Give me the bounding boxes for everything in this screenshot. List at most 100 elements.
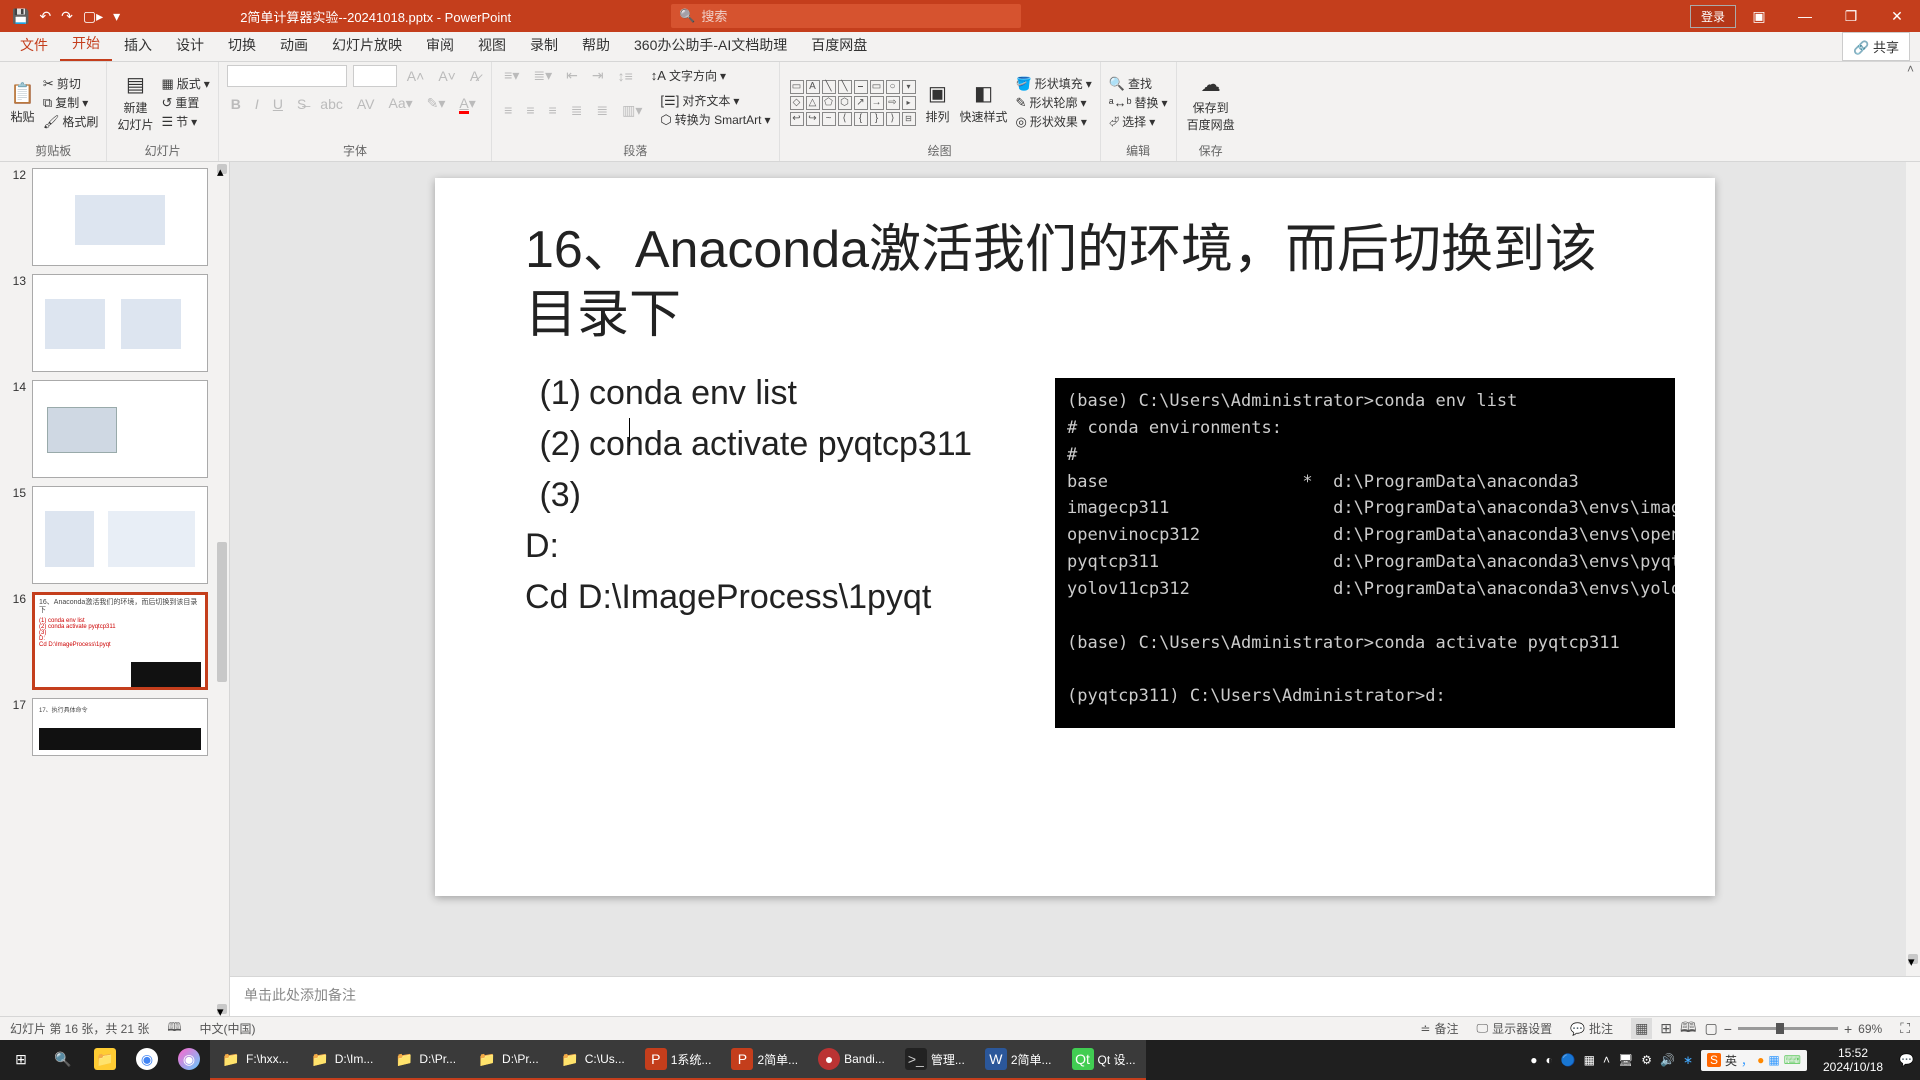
thumbnail-scrollbar[interactable]: ▴▾ (215, 162, 229, 1016)
tab-design[interactable]: 设计 (164, 29, 216, 61)
taskbar-item-9[interactable]: W2简单... (975, 1040, 1062, 1080)
align-text-button[interactable]: [☰]对齐文本 ▾ (660, 92, 770, 109)
text-direction-button[interactable]: ↕A文字方向 ▾ (651, 67, 726, 84)
char-spacing-icon[interactable]: AV (353, 94, 379, 114)
zoom-slider[interactable] (1738, 1027, 1838, 1030)
slide-counter[interactable]: 幻灯片 第 16 张，共 21 张 (10, 1020, 149, 1037)
save-icon[interactable]: 💾 (12, 8, 29, 25)
shapes-gallery[interactable]: ▭A╲╲⎯▭○▾ ◇△⬠⬡↗→⇨▸ ↩↪~⟨{}⟩⊟ (788, 78, 918, 128)
strikethrough-icon[interactable]: S̶ (293, 94, 310, 114)
comments-toggle[interactable]: 💬 批注 (1570, 1020, 1613, 1037)
reading-view-icon[interactable]: 🕮 (1680, 1017, 1697, 1041)
increase-indent-icon[interactable]: ⇥ (588, 65, 608, 86)
decrease-indent-icon[interactable]: ⇤ (562, 65, 582, 86)
slide-sorter-icon[interactable]: ⊞ (1660, 1020, 1672, 1037)
line-spacing-icon[interactable]: ↕≡ (614, 66, 637, 86)
notifications-icon[interactable]: 💬 (1899, 1053, 1914, 1067)
normal-view-icon[interactable]: ▦ (1631, 1018, 1652, 1039)
explorer-button[interactable]: 📁 (84, 1040, 126, 1080)
thumbnail-17[interactable]: 17 17、执行具体命令 (4, 698, 225, 756)
slideshow-view-icon[interactable]: ▢ (1705, 1020, 1718, 1037)
taskbar-item-7[interactable]: ●Bandi... (808, 1040, 895, 1080)
increase-font-icon[interactable]: A˄ (403, 66, 429, 86)
bold-icon[interactable]: B (227, 94, 245, 114)
zoom-percent[interactable]: 69% (1858, 1022, 1882, 1036)
zoom-out-icon[interactable]: − (1724, 1021, 1732, 1037)
taskbar-item-2[interactable]: 📁D:\Pr... (383, 1040, 466, 1080)
tab-slideshow[interactable]: 幻灯片放映 (320, 29, 414, 61)
taskbar-item-6[interactable]: P2简单... (721, 1040, 808, 1080)
collapse-ribbon-icon[interactable]: ˄ (1901, 62, 1920, 76)
tab-review[interactable]: 审阅 (414, 29, 466, 61)
justify-icon[interactable]: ≣ (567, 100, 587, 121)
align-left-icon[interactable]: ≡ (500, 100, 516, 120)
redo-icon[interactable]: ↷ (61, 8, 73, 25)
italic-icon[interactable]: I (251, 94, 263, 114)
thumbnail-12[interactable]: 12 (4, 168, 225, 266)
tray-icon[interactable]: ◐ (1545, 1053, 1552, 1067)
thumbnail-16[interactable]: 16 16、Anaconda激活我们的环境，而后切换到该目录下 (1) cond… (4, 592, 225, 690)
restore-icon[interactable]: ❐ (1828, 8, 1874, 25)
replace-button[interactable]: ᵃ↔ᵇ替换 ▾ (1109, 94, 1168, 111)
slide-stage[interactable]: 16、Anaconda激活我们的环境，而后切换到该目录下 (1)conda en… (230, 162, 1920, 976)
search-input[interactable] (701, 9, 1013, 24)
tray-icon[interactable]: ● (1530, 1053, 1537, 1067)
cut-button[interactable]: ✂剪切 (43, 75, 99, 92)
new-slide-button[interactable]: ▤新建 幻灯片 (115, 70, 155, 135)
taskbar-item-0[interactable]: 📁F:\hxx... (210, 1040, 299, 1080)
select-button[interactable]: ⮰选择 ▾ (1109, 113, 1168, 130)
login-button[interactable]: 登录 (1690, 5, 1736, 28)
tray-icon[interactable]: 🔵 (1561, 1053, 1576, 1067)
undo-icon[interactable]: ↶ (39, 8, 51, 25)
font-color-icon[interactable]: A▾ (455, 93, 479, 114)
notes-toggle[interactable]: ≐ 备注 (1420, 1020, 1458, 1037)
taskbar-item-8[interactable]: >_管理... (895, 1040, 975, 1080)
arrange-button[interactable]: ▣排列 (924, 79, 952, 127)
highlight-icon[interactable]: ✎▾ (423, 93, 450, 114)
browser2-button[interactable]: ◉ (168, 1040, 210, 1080)
close-icon[interactable]: ✕ (1874, 8, 1920, 25)
slide-title[interactable]: 16、Anaconda激活我们的环境，而后切换到该目录下 (525, 218, 1625, 348)
tab-360office[interactable]: 360办公助手-AI文档助理 (622, 29, 799, 61)
ime-indicator[interactable]: S 英 ，●▦⌨ (1701, 1050, 1807, 1071)
align-right-icon[interactable]: ≡ (545, 100, 561, 120)
clear-format-icon[interactable]: A̷ (466, 66, 483, 86)
taskbar-item-1[interactable]: 📁D:\Im... (299, 1040, 384, 1080)
share-button[interactable]: 🔗 共享 (1842, 32, 1910, 61)
quickstyles-button[interactable]: ◧快速样式 (958, 79, 1010, 127)
start-button[interactable]: ⊞ (0, 1040, 42, 1080)
underline-icon[interactable]: U (269, 94, 287, 114)
display-settings[interactable]: 🖵 显示器设置 (1477, 1020, 1553, 1037)
search-box[interactable]: 🔍 (671, 4, 1021, 28)
columns-icon[interactable]: ▥▾ (618, 100, 646, 121)
tray-icon[interactable]: ⚙ (1641, 1053, 1652, 1067)
tab-home[interactable]: 开始 (60, 27, 112, 61)
copy-button[interactable]: ⧉复制 ▾ (43, 94, 99, 111)
paste-button[interactable]: 📋粘贴 (8, 79, 37, 127)
font-size-combo[interactable] (353, 65, 397, 87)
bluetooth-icon[interactable]: ∗ (1683, 1053, 1693, 1067)
tray-chevron-up-icon[interactable]: ˄ (1603, 1053, 1610, 1067)
language-indicator[interactable]: 中文(中国) (200, 1020, 256, 1037)
minimize-icon[interactable]: — (1782, 8, 1828, 24)
taskbar-item-10[interactable]: QtQt 设... (1062, 1040, 1146, 1080)
chrome-button[interactable]: ◉ (126, 1040, 168, 1080)
volume-icon[interactable]: 🔊 (1660, 1053, 1675, 1067)
zoom-in-icon[interactable]: + (1844, 1021, 1852, 1037)
accessibility-icon[interactable]: 🕮 (167, 1018, 181, 1039)
search-button[interactable]: 🔍 (42, 1040, 84, 1080)
slide-scrollbar[interactable]: ▾ (1906, 162, 1920, 976)
distribute-icon[interactable]: ≣ (592, 100, 612, 121)
qat-dropdown-icon[interactable]: ▾ (113, 8, 120, 25)
find-button[interactable]: 🔍查找 (1109, 75, 1168, 92)
tab-help[interactable]: 帮助 (570, 29, 622, 61)
tab-insert[interactable]: 插入 (112, 29, 164, 61)
save-baidu-button[interactable]: ☁保存到 百度网盘 (1185, 70, 1237, 135)
shape-effects-button[interactable]: ◎形状效果 ▾ (1016, 113, 1092, 130)
shadow-icon[interactable]: abc (316, 94, 347, 114)
taskbar-clock[interactable]: 15:52 2024/10/18 (1815, 1046, 1891, 1075)
tab-recording[interactable]: 录制 (518, 29, 570, 61)
shape-fill-button[interactable]: 🪣形状填充 ▾ (1016, 75, 1092, 92)
reset-button[interactable]: ↺重置 (161, 94, 209, 111)
taskbar-item-4[interactable]: 📁C:\Us... (549, 1040, 635, 1080)
